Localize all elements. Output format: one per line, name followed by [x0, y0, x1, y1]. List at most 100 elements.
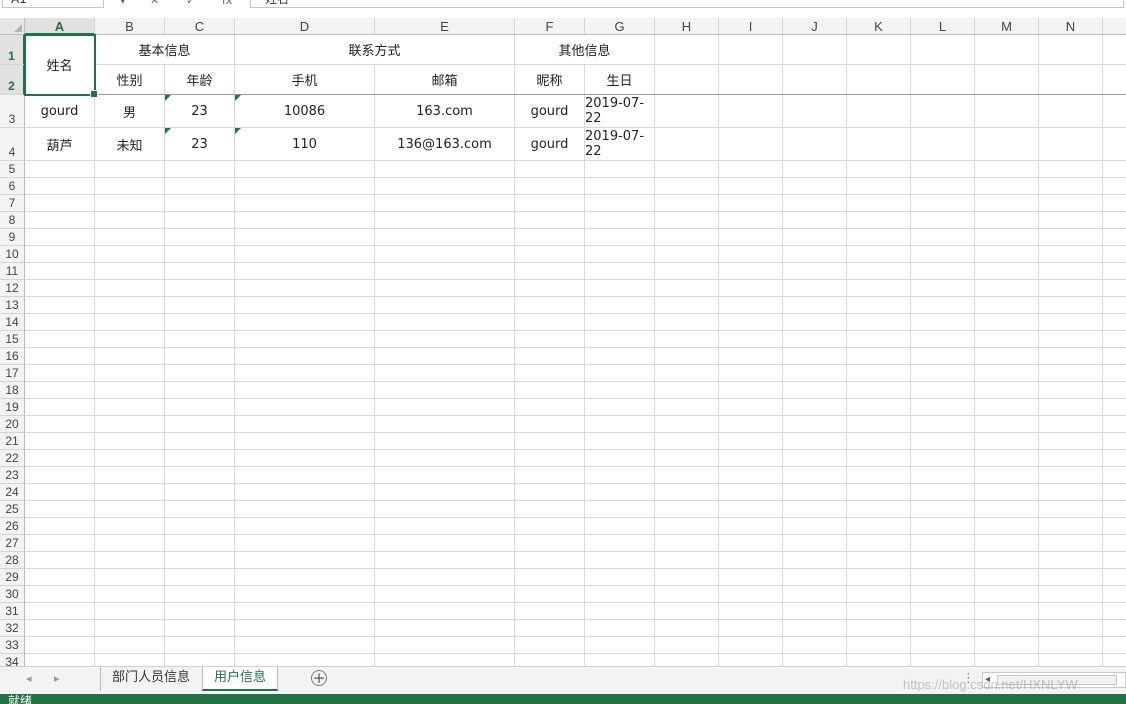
cell-email-row4-text: 136@163.com [397, 136, 492, 152]
row-header-2[interactable]: 2 [0, 65, 25, 95]
cell-email-row3[interactable]: 163.com [375, 95, 515, 128]
row-header-32[interactable]: 32 [0, 620, 25, 637]
cell-email-row4[interactable]: 136@163.com [375, 128, 515, 161]
gridline [25, 483, 1126, 484]
formula-input[interactable]: 姓名 [250, 0, 1124, 8]
enter-icon[interactable]: ✓ [186, 0, 195, 7]
row-header-15[interactable]: 15 [0, 331, 25, 348]
row-header-13[interactable]: 13 [0, 297, 25, 314]
row-header-22[interactable]: 22 [0, 450, 25, 467]
cell-birthday-row3[interactable]: 2019-07-22 [585, 95, 655, 128]
row-header-25[interactable]: 25 [0, 501, 25, 518]
name-box[interactable]: A1 [2, 0, 104, 8]
row-header-21[interactable]: 21 [0, 433, 25, 450]
row-header-7[interactable]: 7 [0, 195, 25, 212]
column-header-overflow[interactable] [1103, 18, 1126, 35]
prev-sheet-icon[interactable]: ◂ [26, 672, 32, 685]
row-header-12[interactable]: 12 [0, 280, 25, 297]
column-header-h[interactable]: H [655, 18, 719, 35]
row-header-16[interactable]: 16 [0, 348, 25, 365]
column-header-e[interactable]: E [375, 18, 515, 35]
cell-b2-gender[interactable]: 性别 [95, 65, 165, 95]
cell-area[interactable]: 姓名 基本信息 联系方式 其他信息 性别 年龄 手机 邮箱 昵称 生日 gourd 男 23 10086 1… [24, 34, 1126, 666]
cell-age-row3[interactable]: 23 [165, 95, 235, 128]
row-header-8[interactable]: 8 [0, 212, 25, 229]
cell-gender-row3[interactable]: 男 [95, 95, 165, 128]
row-header-10[interactable]: 10 [0, 246, 25, 263]
cell-f2-nickname[interactable]: 昵称 [515, 65, 585, 95]
gridline [25, 551, 1126, 552]
cell-nickname-row3[interactable]: gourd [515, 95, 585, 128]
gridline [25, 194, 1126, 195]
row-header-30[interactable]: 30 [0, 586, 25, 603]
cell-c2-age[interactable]: 年龄 [165, 65, 235, 95]
gridline [25, 177, 1126, 178]
cell-d1-contact-info[interactable]: 联系方式 [235, 35, 515, 65]
cell-phone-row3[interactable]: 10086 [235, 95, 375, 128]
row-header-18[interactable]: 18 [0, 382, 25, 399]
column-header-f[interactable]: F [515, 18, 585, 35]
column-header-l[interactable]: L [911, 18, 975, 35]
cell-phone-row4[interactable]: 110 [235, 128, 375, 161]
row-header-19[interactable]: 19 [0, 399, 25, 416]
row-header-5[interactable]: 5 [0, 161, 25, 178]
column-header-d[interactable]: D [235, 18, 375, 35]
column-header-n[interactable]: N [1039, 18, 1103, 35]
insert-function-icon[interactable]: fx [222, 0, 232, 7]
row-header-27[interactable]: 27 [0, 535, 25, 552]
column-header-i[interactable]: I [719, 18, 783, 35]
cell-nickname-row4[interactable]: gourd [515, 128, 585, 161]
column-header-m[interactable]: M [975, 18, 1039, 35]
row-header-17[interactable]: 17 [0, 365, 25, 382]
column-header-k[interactable]: K [847, 18, 911, 35]
cancel-icon[interactable]: ✕ [150, 0, 159, 7]
row-number: 14 [5, 315, 19, 329]
gridline [25, 330, 1126, 331]
row-header-4[interactable]: 4 [0, 128, 25, 161]
cell-birthday-row4-text: 2019-07-22 [585, 129, 645, 159]
add-sheet-icon[interactable]: + [311, 670, 327, 686]
cell-d2-phone[interactable]: 手机 [235, 65, 375, 95]
cell-a1-name-header[interactable]: 姓名 [25, 35, 95, 95]
row-header-26[interactable]: 26 [0, 518, 25, 535]
gridline [25, 296, 1126, 297]
row-header-24[interactable]: 24 [0, 484, 25, 501]
column-header-c[interactable]: C [165, 18, 235, 35]
cell-name-row4[interactable]: 葫芦 [25, 128, 95, 161]
name-box-dropdown-icon[interactable]: ▾ [120, 0, 126, 7]
cell-g2-birthday-text: 生日 [606, 74, 633, 89]
cell-b1-basic-info[interactable]: 基本信息 [95, 35, 235, 65]
row-header-20[interactable]: 20 [0, 416, 25, 433]
sheet-tab-dept[interactable]: 部门人员信息 [100, 667, 201, 691]
column-header-g[interactable]: G [585, 18, 655, 35]
row-header-11[interactable]: 11 [0, 263, 25, 280]
column-header-j[interactable]: J [783, 18, 847, 35]
row-header-29[interactable]: 29 [0, 569, 25, 586]
row-header-33[interactable]: 33 [0, 637, 25, 654]
cell-e2-email[interactable]: 邮箱 [375, 65, 515, 95]
row-header-28[interactable]: 28 [0, 552, 25, 569]
cell-f1-other-info[interactable]: 其他信息 [515, 35, 655, 65]
select-all-corner[interactable] [0, 18, 25, 35]
next-sheet-icon[interactable]: ▸ [54, 672, 60, 685]
cell-birthday-row4[interactable]: 2019-07-22 [585, 128, 655, 161]
row-header-3[interactable]: 3 [0, 95, 25, 128]
cell-gender-row4[interactable]: 未知 [95, 128, 165, 161]
row-header-6[interactable]: 6 [0, 178, 25, 195]
row-header-14[interactable]: 14 [0, 314, 25, 331]
sheet-tab-user[interactable]: 用户信息 [202, 667, 279, 691]
column-header-b[interactable]: B [95, 18, 165, 35]
row-header-9[interactable]: 9 [0, 229, 25, 246]
gridline [25, 636, 1126, 637]
column-header-a[interactable]: A [25, 18, 95, 35]
row-header-23[interactable]: 23 [0, 467, 25, 484]
row-header-1[interactable]: 1 [0, 35, 25, 65]
worksheet-grid[interactable]: ABCDEFGHIJKLMN 1 2 3 4 5 6 7 8 9 10 11 12 13 14 15 16 17… [0, 18, 1126, 666]
row-header-34[interactable]: 34 [0, 654, 25, 666]
row-header-31[interactable]: 31 [0, 603, 25, 620]
cell-phone-row4-text: 110 [292, 136, 317, 152]
cell-age-row4[interactable]: 23 [165, 128, 235, 161]
number-as-text-indicator [165, 128, 171, 134]
cell-name-row3[interactable]: gourd [25, 95, 95, 128]
cell-g2-birthday[interactable]: 生日 [585, 65, 655, 95]
